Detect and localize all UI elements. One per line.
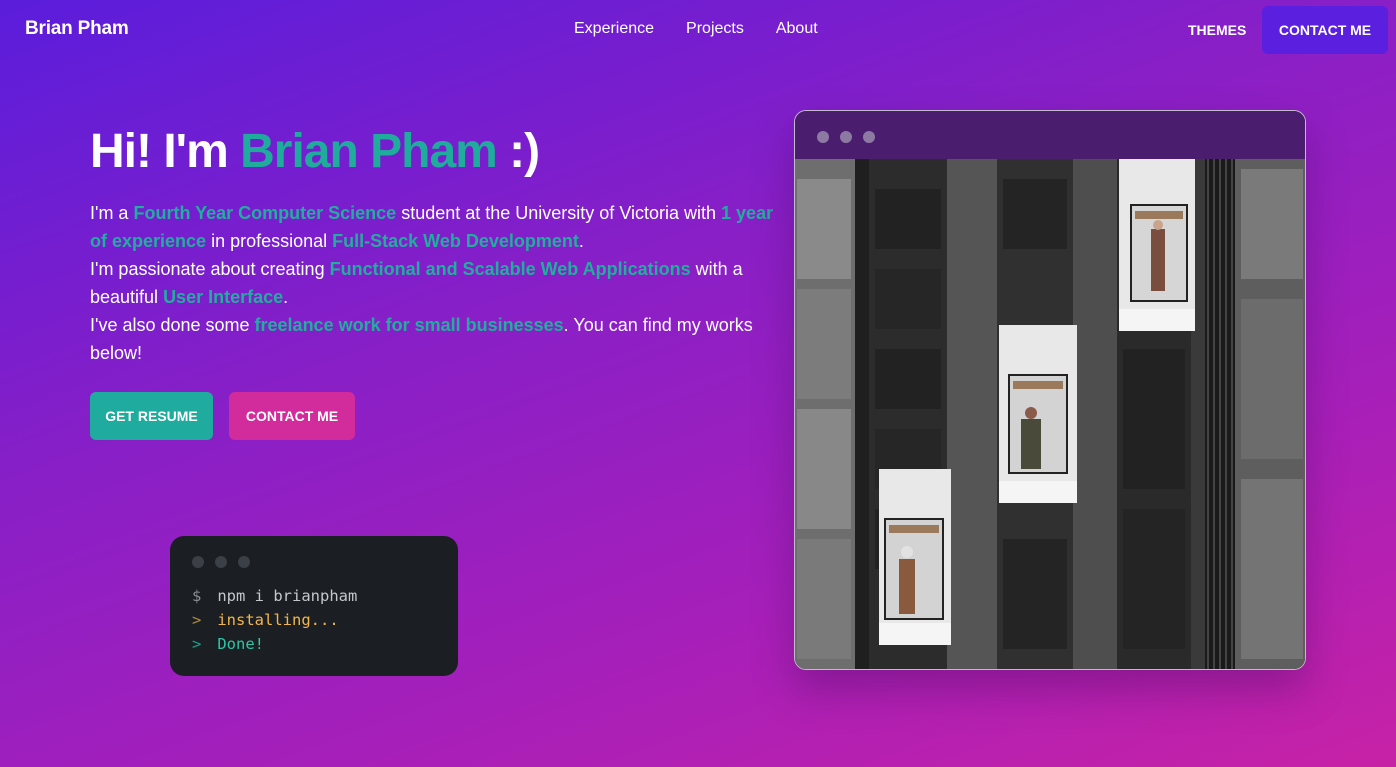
hero-title: Hi! I'm Brian Pham :) [90, 124, 540, 179]
browser-mockup [794, 110, 1306, 670]
intro-text: . [578, 231, 584, 251]
intro-text: I'm a [90, 203, 134, 223]
terminal-status: Done! [217, 635, 265, 653]
hero-photo [795, 159, 1305, 669]
nav-contact-button[interactable]: CONTACT ME [1262, 6, 1388, 54]
intro-paragraph-2: I'm passionate about creating Functional… [90, 255, 790, 311]
hero-contact-button[interactable]: CONTACT ME [229, 392, 355, 440]
intro-highlight: User Interface [163, 287, 284, 307]
intro-text: . [283, 287, 289, 307]
terminal-prompt: $ [192, 587, 202, 605]
intro-highlight: Functional and Scalable Web Applications [329, 259, 691, 279]
window-dot-icon [863, 131, 875, 143]
intro-highlight: freelance work for small businesses [254, 315, 564, 335]
window-dot-icon [238, 556, 250, 568]
terminal-card: $ npm i brianpham > installing... > Done! [170, 536, 458, 676]
window-dot-icon [817, 131, 829, 143]
window-dot-icon [192, 556, 204, 568]
browser-title-bar [795, 111, 1305, 159]
terminal-line: $ npm i brianpham [192, 584, 357, 608]
hero-title-suffix: :) [496, 125, 540, 178]
intro-text: I'm passionate about creating [90, 259, 330, 279]
browser-window-controls [817, 131, 875, 143]
hero-title-prefix: Hi! I'm [90, 125, 241, 178]
hero-title-name: Brian Pham [240, 125, 498, 178]
nav-link-about[interactable]: About [776, 20, 818, 38]
terminal-window-controls [192, 556, 250, 568]
themes-button[interactable]: THEMES [1188, 22, 1246, 38]
intro-highlight: Full-Stack Web Development [332, 231, 579, 251]
intro-highlight: Fourth Year Computer Science [133, 203, 397, 223]
terminal-status: installing... [217, 611, 339, 629]
terminal-prompt: > [192, 635, 202, 653]
window-dot-icon [215, 556, 227, 568]
terminal-line: > installing... [192, 608, 357, 632]
terminal-output: $ npm i brianpham > installing... > Done! [192, 584, 357, 656]
terminal-command: npm i brianpham [217, 587, 358, 605]
hero-intro: I'm a Fourth Year Computer Science stude… [90, 199, 790, 367]
nav-link-experience[interactable]: Experience [574, 20, 654, 38]
intro-text: in professional [206, 231, 333, 251]
terminal-line: > Done! [192, 632, 357, 656]
nav-links: Experience Projects About [574, 20, 818, 38]
top-nav: Brian Pham Experience Projects About THE… [0, 0, 1396, 60]
intro-paragraph-1: I'm a Fourth Year Computer Science stude… [90, 199, 790, 255]
get-resume-button[interactable]: GET RESUME [90, 392, 213, 440]
intro-text: I've also done some [90, 315, 255, 335]
brand-logo[interactable]: Brian Pham [25, 18, 129, 40]
window-dot-icon [840, 131, 852, 143]
terminal-prompt: > [192, 611, 202, 629]
intro-paragraph-3: I've also done some freelance work for s… [90, 311, 790, 367]
intro-text: student at the University of Victoria wi… [396, 203, 722, 223]
nav-link-projects[interactable]: Projects [686, 20, 744, 38]
